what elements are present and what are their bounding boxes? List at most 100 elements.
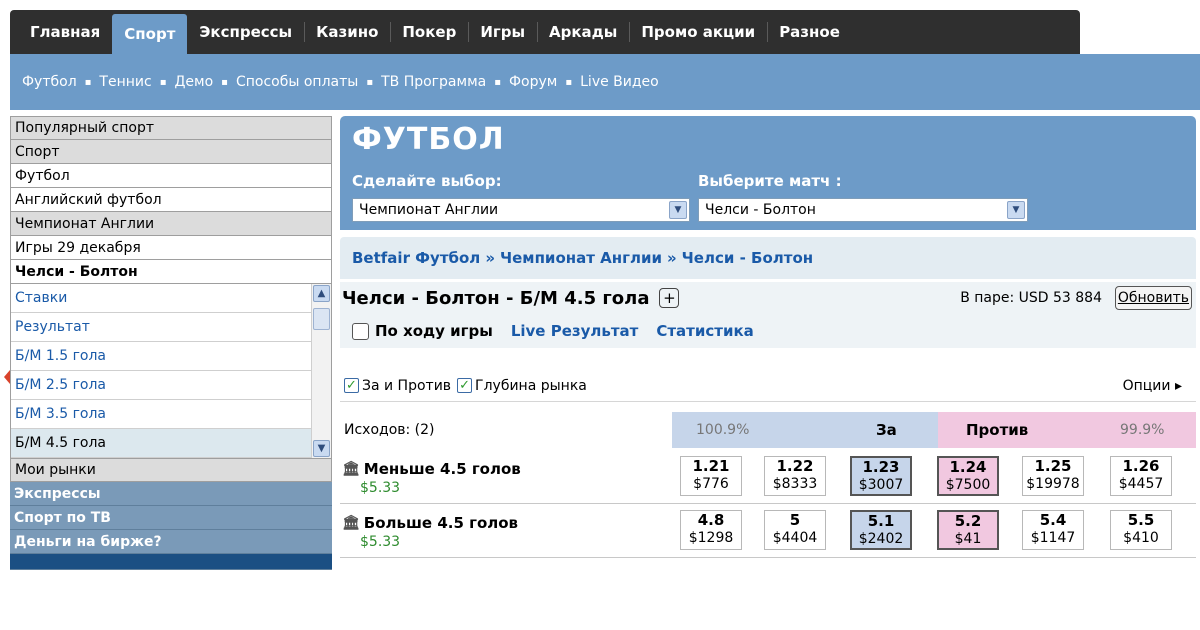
price-amount: $8333 [772, 476, 818, 492]
list-item-selected[interactable]: Б/М 4.5 гола [11, 429, 311, 458]
price-amount: $3007 [858, 477, 904, 493]
back-price-button[interactable]: 1.21 $776 [680, 456, 742, 496]
refresh-button[interactable]: Обновить [1114, 286, 1192, 310]
back-price-button[interactable]: 4.8 $1298 [680, 510, 742, 550]
chart-icon[interactable]: 🏛 [342, 461, 360, 477]
lay-price-button[interactable]: 1.26 $4457 [1110, 456, 1172, 496]
price-odds: 5.2 [954, 512, 982, 530]
breadcrumb-league[interactable]: Чемпионат Англии [500, 249, 662, 267]
runner-name[interactable]: 🏛 Больше 4.5 голов [342, 514, 518, 532]
price-amount: $4404 [772, 530, 818, 546]
sidebar-item-games-date[interactable]: Игры 29 декабря [10, 236, 332, 260]
lay-price-button[interactable]: 5.2 $41 [937, 510, 999, 550]
breadcrumb-separator: » [485, 249, 496, 267]
subnav-live-video[interactable]: Live Видео [580, 74, 659, 90]
subnav-tv[interactable]: ТВ Программа [381, 74, 486, 90]
price-amount: $1298 [688, 530, 734, 546]
market-header: Челси - Болтон - Б/М 4.5 гола + В паре: … [340, 282, 1196, 314]
price-odds: 1.25 [1034, 457, 1072, 475]
list-item[interactable]: Б/М 1.5 гола [11, 342, 311, 371]
tab-arcade[interactable]: Аркады [537, 10, 629, 54]
tab-misc[interactable]: Разное [767, 10, 852, 54]
sidebar-item-popular[interactable]: Популярный спорт [10, 116, 332, 140]
add-market-button[interactable]: + [659, 288, 680, 308]
chevron-down-icon[interactable]: ▼ [669, 201, 687, 219]
scroll-down-icon[interactable]: ▼ [313, 440, 330, 457]
price-amount: $41 [954, 531, 982, 547]
subnav-payment[interactable]: Способы оплаты [236, 74, 358, 90]
live-results-link[interactable]: Live Результат [511, 322, 639, 340]
runner-name[interactable]: 🏛 Меньше 4.5 голов [342, 460, 521, 478]
subnav-forum[interactable]: Форум [509, 74, 557, 90]
competition-select[interactable]: Чемпионат Англии ▼ [352, 198, 690, 222]
list-item[interactable]: Б/М 3.5 гола [11, 400, 311, 429]
scrollbar[interactable]: ▲ ▼ [311, 284, 331, 458]
chart-icon[interactable]: 🏛 [342, 515, 360, 531]
sidebar-item-my-markets[interactable]: Мои рынки [10, 458, 332, 482]
subnav-separator: ▪ [366, 76, 374, 88]
sidebar-item-english-football[interactable]: Английский футбол [10, 188, 332, 212]
match-select[interactable]: Челси - Болтон ▼ [698, 198, 1028, 222]
subnav-separator: ▪ [565, 76, 573, 88]
lay-price-button[interactable]: 5.4 $1147 [1022, 510, 1084, 550]
back-percent: 100.9% [672, 412, 938, 448]
lay-price-button[interactable]: 1.25 $19978 [1022, 456, 1084, 496]
price-odds: 1.21 [692, 457, 730, 475]
breadcrumb-match[interactable]: Челси - Болтон [682, 249, 813, 267]
price-amount: $410 [1123, 530, 1159, 546]
subnav-demo[interactable]: Демо [174, 74, 213, 90]
sidebar-item-sport[interactable]: Спорт [10, 140, 332, 164]
choose-label: Сделайте выбор: [352, 172, 502, 190]
price-odds: 1.23 [862, 458, 900, 476]
subnav-football[interactable]: Футбол [22, 74, 77, 90]
list-item[interactable]: Результат [11, 313, 311, 342]
runner-profit: $5.33 [360, 480, 401, 496]
in-play-checkbox[interactable] [352, 322, 369, 340]
back-price-button[interactable]: 1.22 $8333 [764, 456, 826, 496]
sidebar-item-football[interactable]: Футбол [10, 164, 332, 188]
runner-name-text: Меньше 4.5 голов [363, 460, 521, 478]
subnav-separator: ▪ [221, 76, 228, 88]
sidebar-section-exchange-money[interactable]: Деньги на бирже? [10, 530, 332, 554]
subnav-separator: ▪ [84, 76, 92, 88]
lay-price-button[interactable]: 5.5 $410 [1110, 510, 1172, 550]
back-price-button[interactable]: 5.1 $2402 [850, 510, 912, 550]
tab-promotions[interactable]: Промо акции [629, 10, 767, 54]
market-depth-label: Глубина рынка [475, 377, 587, 394]
lay-price-button[interactable]: 1.24 $7500 [937, 456, 999, 496]
tab-poker[interactable]: Покер [390, 10, 468, 54]
runner-profit: $5.33 [360, 534, 401, 550]
tab-sport[interactable]: Спорт [112, 14, 188, 54]
back-price-button[interactable]: 5 $4404 [764, 510, 826, 550]
runners-count: Исходов: (2) [344, 422, 435, 438]
list-item[interactable]: Б/М 2.5 гола [11, 371, 311, 400]
price-odds: 1.22 [776, 457, 814, 475]
pointer-arrow-icon [4, 370, 10, 384]
list-item[interactable]: Ставки [11, 284, 311, 313]
lay-percent: 99.9% [1120, 422, 1165, 438]
subnav-separator: ▪ [494, 76, 501, 88]
chevron-down-icon[interactable]: ▼ [1007, 201, 1025, 219]
tab-casino[interactable]: Казино [304, 10, 390, 54]
scroll-up-icon[interactable]: ▲ [313, 285, 330, 302]
back-price-button[interactable]: 1.23 $3007 [850, 456, 912, 496]
tab-multiples[interactable]: Экспрессы [187, 10, 304, 54]
market-depth-checkbox[interactable]: ✓ [457, 378, 473, 393]
competition-select-value: Чемпионат Англии [359, 202, 499, 218]
sidebar-section-sport-tv[interactable]: Спорт по ТВ [10, 506, 332, 530]
main-nav: Главная Спорт Экспрессы Казино Покер Игр… [10, 10, 1080, 54]
statistics-link[interactable]: Статистика [656, 322, 753, 340]
sidebar-section-multiples[interactable]: Экспрессы [10, 482, 332, 506]
breadcrumb-football[interactable]: Betfair Футбол [352, 249, 480, 267]
main-content: ФУТБОЛ Сделайте выбор: Выберите матч : Ч… [340, 116, 1200, 630]
subnav-tennis[interactable]: Теннис [99, 74, 151, 90]
back-lay-checkbox[interactable]: ✓ [344, 378, 359, 393]
options-menu[interactable]: Опции ▸ [1123, 378, 1182, 394]
price-odds: 5.1 [867, 512, 895, 530]
sidebar-item-premier-league[interactable]: Чемпионат Англии [10, 212, 332, 236]
scroll-thumb[interactable] [313, 308, 330, 330]
tab-games[interactable]: Игры [468, 10, 537, 54]
price-amount: $2402 [858, 531, 904, 547]
breadcrumb: Betfair Футбол » Чемпионат Англии » Челс… [340, 237, 1196, 279]
tab-home[interactable]: Главная [18, 10, 112, 54]
